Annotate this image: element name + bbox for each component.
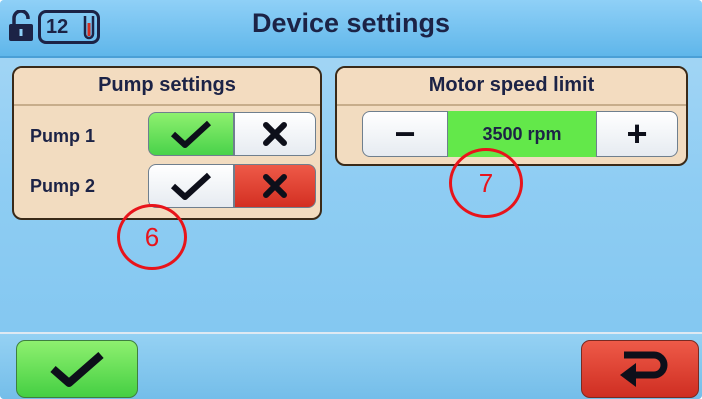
speed-decrease-button[interactable]: − [362,111,448,157]
checkmark-icon [170,172,212,200]
callout-6-number: 6 [144,221,160,252]
pump-2-disable-button[interactable] [234,164,316,208]
callout-7-number: 7 [478,167,494,198]
motor-speed-panel: Motor speed limit − 3500 rpm + [335,66,688,166]
back-button[interactable] [581,340,699,398]
speed-increase-button[interactable]: + [596,111,678,157]
pump-settings-title: Pump settings [14,68,320,106]
title-bar: 12 Device settings [0,0,702,58]
pump-1-label: Pump 1 [30,126,96,146]
callout-6: 6 [117,204,187,270]
page-title: Device settings [251,8,451,38]
device-screen: 12 Device settings Pump settings Pump 1 … [0,0,702,399]
speed-value: 3500 rpm [482,123,562,144]
return-arrow-icon [620,351,668,387]
confirm-button[interactable] [16,340,138,398]
cross-icon [263,122,287,146]
checkmark-icon [50,351,104,387]
pump-1-disable-button[interactable] [234,112,316,156]
bottom-bar [0,332,702,399]
pump-1-enable-button[interactable] [148,112,234,156]
motor-speed-title: Motor speed limit [337,68,686,106]
pump-settings-panel: Pump settings Pump 1 Pump 2 [12,66,322,220]
minus-icon: − [394,113,416,154]
pump-2-enable-button[interactable] [148,164,234,208]
cross-icon [263,174,287,198]
callout-7: 7 [449,148,523,218]
plus-icon: + [626,113,648,154]
checkmark-icon [170,120,212,148]
pump-2-label: Pump 2 [30,176,96,196]
